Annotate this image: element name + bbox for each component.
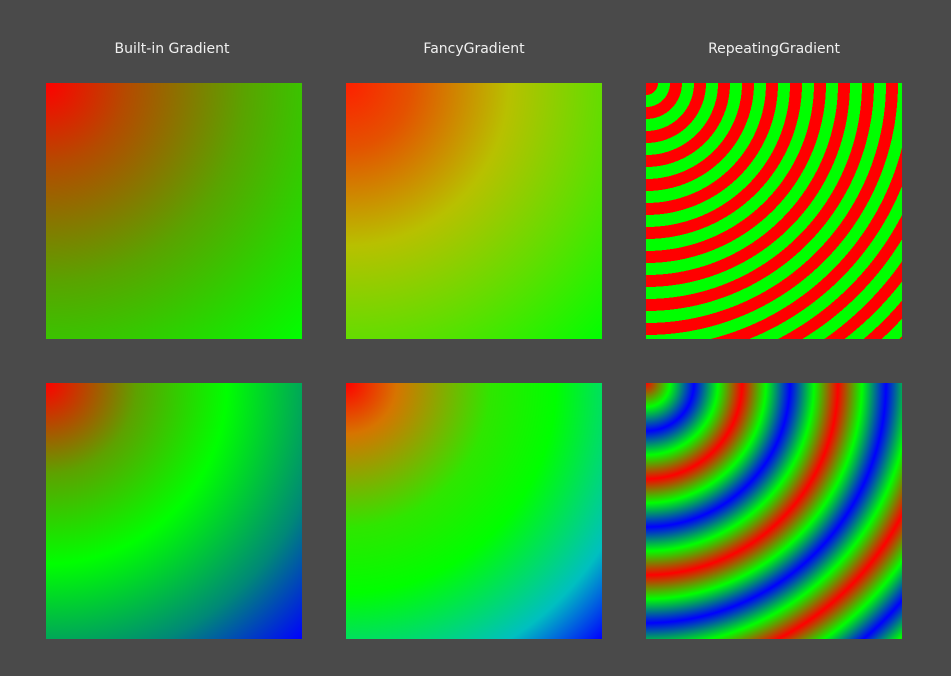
fancy-gradient-red-green-blue-swatch — [346, 383, 602, 639]
repeating-gradient-red-green-swatch — [646, 83, 902, 339]
repeating-gradient-red-green-blue-swatch — [646, 383, 902, 639]
gradient-demo-window: Built-in Gradient FancyGradient Repeatin… — [0, 0, 951, 676]
built-in-gradient-red-green-blue-swatch — [46, 383, 302, 639]
fancy-gradient-red-green-swatch — [346, 83, 602, 339]
built-in-gradient-red-green-swatch — [46, 83, 302, 339]
column-label-repeating-gradient: RepeatingGradient — [708, 41, 840, 57]
column-label-fancy-gradient: FancyGradient — [423, 41, 525, 57]
column-label-built-in-gradient: Built-in Gradient — [114, 41, 230, 57]
